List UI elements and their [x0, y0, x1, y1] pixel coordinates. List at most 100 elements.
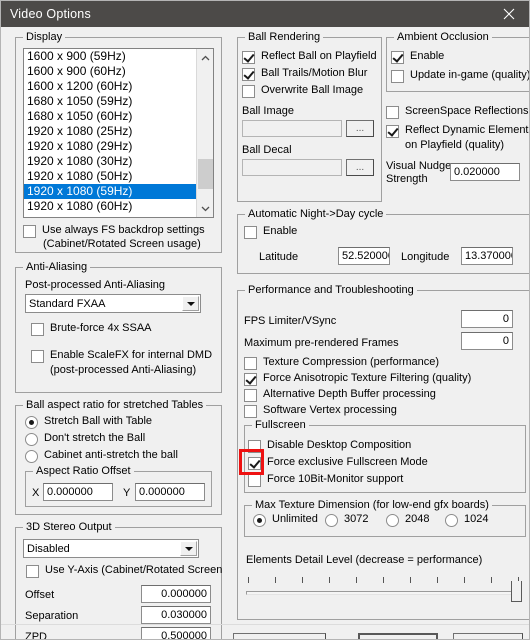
fs-backdrop-checkbox-row[interactable]: Use always FS backdrop settings — [23, 224, 205, 238]
stereo-mode-combo[interactable]: Disabled — [23, 539, 199, 558]
alt-depth-buffer-checkbox-row[interactable]: Alternative Depth Buffer processing — [244, 388, 436, 402]
aspect-y-input[interactable]: 0.000000 — [135, 483, 205, 501]
radio-unlimited-row[interactable]: Unlimited — [253, 513, 318, 527]
stereo-offset-input[interactable]: 0.000000 — [141, 585, 211, 603]
radio-cabinet-anti-stretch[interactable] — [25, 450, 38, 463]
display-mode-listbox[interactable]: 1600 x 900 (59Hz) 1600 x 900 (60Hz) 1600… — [23, 48, 214, 218]
force-exclusive-fullscreen-checkbox[interactable] — [248, 457, 261, 470]
ball-trails-checkbox-row[interactable]: Ball Trails/Motion Blur — [242, 67, 367, 81]
stereo-zpd-input[interactable]: 0.500000 — [141, 627, 211, 639]
scalefx-checkbox-row[interactable]: Enable ScaleFX for internal DMD — [31, 349, 212, 363]
list-item-selected[interactable]: 1920 x 1080 (59Hz) — [24, 184, 196, 199]
alt-depth-buffer-checkbox[interactable] — [244, 389, 257, 402]
radio-unlimited[interactable] — [253, 514, 266, 527]
group-max-texture-dimension-legend: Max Texture Dimension (for low-end gfx b… — [252, 499, 492, 511]
radio-1024[interactable] — [445, 514, 458, 527]
fps-limiter-input[interactable]: 0 — [461, 310, 513, 328]
anisotropic-filtering-checkbox-row[interactable]: Force Anisotropic Texture Filtering (qua… — [244, 372, 471, 386]
slider-thumb[interactable] — [511, 581, 522, 602]
slider-track[interactable] — [246, 591, 522, 595]
radio-3072[interactable] — [325, 514, 338, 527]
force-10bit-checkbox-row[interactable]: Force 10Bit-Monitor support — [248, 473, 403, 487]
reflect-dynamic-checkbox-row[interactable]: Reflect Dynamic Elements — [386, 124, 529, 138]
ok-button[interactable]: OK — [358, 633, 438, 639]
chevron-down-icon[interactable] — [197, 200, 213, 217]
software-vertex-checkbox-row[interactable]: Software Vertex processing — [244, 404, 397, 418]
list-item[interactable]: 1680 x 1050 (59Hz) — [24, 94, 196, 109]
radio-cabinet-anti-stretch-row[interactable]: Cabinet anti-stretch the ball — [25, 449, 178, 463]
aspect-x-input[interactable]: 0.000000 — [43, 483, 113, 501]
brute-force-checkbox-row[interactable]: Brute-force 4x SSAA — [31, 322, 152, 336]
radio-stretch-with-table-row[interactable]: Stretch Ball with Table — [25, 415, 152, 429]
scalefx-checkbox[interactable] — [31, 350, 44, 363]
elements-detail-slider[interactable] — [246, 577, 522, 603]
display-list-scrollbar[interactable] — [196, 49, 213, 217]
radio-3072-row[interactable]: 3072 — [325, 513, 368, 527]
list-item[interactable]: 1920 x 1080 (50Hz) — [24, 169, 196, 184]
use-y-axis-checkbox-row[interactable]: Use Y-Axis (Cabinet/Rotated Screen — [26, 564, 222, 578]
reset-to-defaults-button[interactable]: Reset to Defaults — [233, 633, 326, 639]
ball-decal-browse-button[interactable]: ... — [346, 159, 374, 176]
ball-image-browse-button[interactable]: ... — [346, 120, 374, 137]
use-y-axis-checkbox[interactable] — [26, 565, 39, 578]
texture-compression-checkbox-row[interactable]: Texture Compression (performance) — [244, 356, 439, 370]
overwrite-ball-image-checkbox-row[interactable]: Overwrite Ball Image — [242, 84, 363, 98]
list-item[interactable]: 1600 x 900 (60Hz) — [24, 64, 196, 79]
group-anti-aliasing-legend: Anti-Aliasing — [23, 261, 91, 273]
radio-2048-row[interactable]: 2048 — [386, 513, 429, 527]
list-item[interactable]: 1920 x 1080 (60Hz) — [24, 199, 196, 214]
fps-limiter-label: FPS Limiter/VSync — [244, 315, 337, 327]
night-day-enable-checkbox-row[interactable]: Enable — [244, 225, 297, 239]
anisotropic-filtering-checkbox[interactable] — [244, 373, 257, 386]
fs-backdrop-checkbox[interactable] — [23, 225, 36, 238]
ao-update-checkbox[interactable] — [391, 70, 404, 83]
stereo-separation-input[interactable]: 0.030000 — [141, 606, 211, 624]
cancel-button[interactable]: Cancel — [453, 633, 523, 639]
visual-nudge-input[interactable]: 0.020000 — [450, 163, 520, 181]
overwrite-ball-image-checkbox[interactable] — [242, 85, 255, 98]
list-item[interactable]: 1920 x 1080 (29Hz) — [24, 139, 196, 154]
chevron-up-icon[interactable] — [197, 49, 213, 66]
radio-dont-stretch[interactable] — [25, 433, 38, 446]
radio-dont-stretch-row[interactable]: Don't stretch the Ball — [25, 432, 145, 446]
ao-enable-checkbox[interactable] — [391, 51, 404, 64]
list-item[interactable]: 1920 x 1080 (25Hz) — [24, 124, 196, 139]
ao-enable-checkbox-row[interactable]: Enable — [391, 50, 444, 64]
longitude-input[interactable]: 13.370000 — [461, 247, 513, 265]
force-exclusive-fullscreen-checkbox-row[interactable]: Force exclusive Fullscreen Mode — [248, 456, 428, 470]
reflect-dynamic-checkbox[interactable] — [386, 125, 399, 138]
ball-decal-input[interactable] — [242, 159, 342, 176]
list-item[interactable]: 1600 x 900 (59Hz) — [24, 49, 196, 64]
ao-update-checkbox-row[interactable]: Update in-game (quality) — [391, 69, 529, 83]
list-item[interactable]: 1920 x 1080 (30Hz) — [24, 154, 196, 169]
force-10bit-checkbox[interactable] — [248, 474, 261, 487]
disable-desktop-composition-checkbox-row[interactable]: Disable Desktop Composition — [248, 439, 411, 453]
reflect-ball-checkbox-row[interactable]: Reflect Ball on Playfield — [242, 50, 377, 64]
close-icon[interactable] — [489, 1, 529, 27]
display-mode-list[interactable]: 1600 x 900 (59Hz) 1600 x 900 (60Hz) 1600… — [24, 49, 196, 217]
ssr-checkbox-row[interactable]: ScreenSpace Reflections — [386, 105, 529, 119]
chevron-down-icon[interactable] — [180, 541, 197, 556]
ball-trails-checkbox[interactable] — [242, 68, 255, 81]
list-item[interactable]: 1600 x 1200 (60Hz) — [24, 79, 196, 94]
night-day-enable-checkbox[interactable] — [244, 226, 257, 239]
radio-2048[interactable] — [386, 514, 399, 527]
texture-compression-checkbox[interactable] — [244, 357, 257, 370]
ssr-checkbox[interactable] — [386, 106, 399, 119]
reflect-ball-checkbox[interactable] — [242, 51, 255, 64]
aspect-x-label: X — [32, 487, 40, 499]
radio-stretch-with-table[interactable] — [25, 416, 38, 429]
list-item[interactable]: 1680 x 1050 (60Hz) — [24, 109, 196, 124]
radio-1024-row[interactable]: 1024 — [445, 513, 488, 527]
chevron-down-icon[interactable] — [182, 296, 199, 311]
ball-image-input[interactable] — [242, 120, 342, 137]
prerendered-frames-input[interactable]: 0 — [461, 332, 513, 350]
latitude-input[interactable]: 52.520000 — [338, 247, 390, 265]
software-vertex-checkbox[interactable] — [244, 405, 257, 418]
scrollbar-thumb[interactable] — [198, 159, 213, 189]
post-aa-combo[interactable]: Standard FXAA — [25, 294, 201, 313]
brute-force-checkbox[interactable] — [31, 323, 44, 336]
texture-compression-label: Texture Compression (performance) — [263, 356, 440, 368]
disable-desktop-composition-checkbox[interactable] — [248, 440, 261, 453]
group-3d-stereo-legend: 3D Stereo Output — [23, 521, 115, 533]
